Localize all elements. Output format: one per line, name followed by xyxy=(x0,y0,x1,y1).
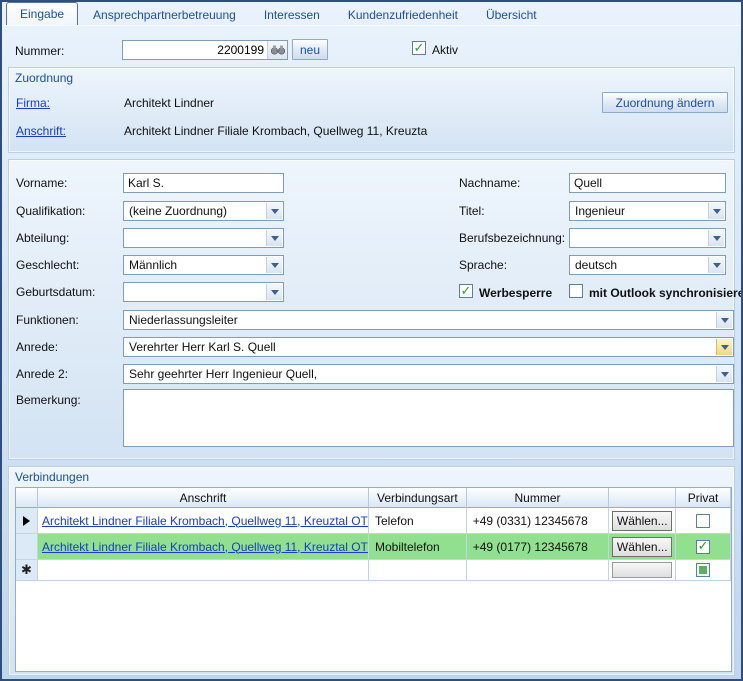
nummer-label: Nummer: xyxy=(15,44,64,58)
funktionen-dropdown[interactable]: Niederlassungsleiter xyxy=(123,310,734,330)
funktionen-label: Funktionen: xyxy=(16,313,79,327)
waehlen-button[interactable]: Wählen... xyxy=(612,511,672,531)
anschrift-cell-empty[interactable] xyxy=(38,560,369,581)
verbindungsart-cell[interactable]: Mobiltelefon xyxy=(369,534,467,560)
tab-bar: Eingabe Ansprechpartnerbetreuung Interes… xyxy=(2,2,741,26)
table-row: Architekt Lindner Filiale Krombach, Quel… xyxy=(16,534,731,560)
nummer-input[interactable] xyxy=(123,41,267,59)
anschrift-link[interactable]: Anschrift: xyxy=(16,124,66,138)
werbesperre-checkbox[interactable] xyxy=(459,284,473,298)
vorname-label: Vorname: xyxy=(16,176,67,190)
chevron-down-icon[interactable] xyxy=(716,339,732,355)
tab-eingabe[interactable]: Eingabe xyxy=(6,2,78,25)
aktiv-checkbox[interactable] xyxy=(412,41,426,55)
table-row: Architekt Lindner Filiale Krombach, Quel… xyxy=(16,508,731,534)
col-header-verbindungsart[interactable]: Verbindungsart xyxy=(369,488,467,508)
chevron-down-icon[interactable] xyxy=(708,257,724,273)
bemerkung-label: Bemerkung: xyxy=(16,393,81,407)
firma-value: Architekt Lindner xyxy=(124,96,214,110)
sprache-label: Sprache: xyxy=(459,258,507,272)
qualifikation-dropdown[interactable]: (keine Zuordnung) xyxy=(123,201,284,221)
anrede2-dropdown[interactable]: Sehr geehrter Herr Ingenieur Quell, xyxy=(123,364,734,384)
nachname-input[interactable] xyxy=(569,173,726,193)
nummer-cell[interactable]: +49 (0177) 12345678 xyxy=(467,534,610,560)
chevron-down-icon[interactable] xyxy=(266,257,282,273)
nummer-cell-empty[interactable] xyxy=(467,560,610,581)
contact-detail-window: Eingabe Ansprechpartnerbetreuung Interes… xyxy=(0,0,743,681)
privat-checkbox-new[interactable] xyxy=(696,563,710,577)
col-header-anschrift[interactable]: Anschrift xyxy=(38,488,369,508)
anschrift-cell-link[interactable]: Architekt Lindner Filiale Krombach, Quel… xyxy=(38,514,368,528)
col-header-selector xyxy=(16,488,38,508)
abteilung-label: Abteilung: xyxy=(16,231,69,245)
new-row-marker: ✱ xyxy=(16,560,38,581)
grid-header-row: Anschrift Verbindungsart Nummer Privat xyxy=(16,488,731,508)
berufsbezeichnung-dropdown[interactable] xyxy=(569,228,726,248)
abteilung-dropdown[interactable] xyxy=(123,228,284,248)
col-header-privat[interactable]: Privat xyxy=(676,488,731,508)
col-header-nummer[interactable]: Nummer xyxy=(467,488,610,508)
berufsbezeichnung-label: Berufsbezeichnung: xyxy=(459,231,565,245)
geburtsdatum-label: Geburtsdatum: xyxy=(16,285,95,299)
qualifikation-label: Qualifikation: xyxy=(16,204,85,218)
zuordnung-aendern-button[interactable]: Zuordnung ändern xyxy=(602,92,728,113)
zuordnung-panel: Zuordnung Firma: Architekt Lindner Zuord… xyxy=(8,67,735,153)
anrede-label: Anrede: xyxy=(16,340,58,354)
anrede-dropdown[interactable]: Verehrter Herr Karl S. Quell xyxy=(123,337,734,357)
bemerkung-textarea[interactable] xyxy=(123,389,734,447)
zuordnung-title: Zuordnung xyxy=(15,71,73,85)
tab-ansprechpartnerbetreuung[interactable]: Ansprechpartnerbetreuung xyxy=(80,4,249,25)
geburtsdatum-dropdown[interactable] xyxy=(123,282,284,302)
privat-checkbox[interactable] xyxy=(696,540,710,554)
nummer-cell[interactable]: +49 (0331) 12345678 xyxy=(467,508,610,534)
waehlen-button[interactable]: Wählen... xyxy=(612,537,672,557)
verbindungsart-cell[interactable]: Telefon xyxy=(369,508,467,534)
current-row-arrow-icon xyxy=(23,516,30,526)
verbindungen-panel: Verbindungen Anschrift Verbindungsart Nu… xyxy=(8,466,735,676)
row-selector[interactable] xyxy=(16,534,38,560)
chevron-down-icon[interactable] xyxy=(266,203,282,219)
anschrift-cell-link[interactable]: Architekt Lindner Filiale Krombach, Quel… xyxy=(38,540,368,554)
aktiv-label: Aktiv xyxy=(432,43,458,57)
titel-label: Titel: xyxy=(459,204,485,218)
binoculars-icon[interactable] xyxy=(267,41,287,59)
neu-button[interactable]: neu xyxy=(292,39,328,60)
chevron-down-icon[interactable] xyxy=(716,366,732,382)
binoculars-glyph xyxy=(271,45,285,55)
vorname-input[interactable] xyxy=(123,173,284,193)
geschlecht-dropdown[interactable]: Männlich xyxy=(123,255,284,275)
verbindungen-grid: Anschrift Verbindungsart Nummer Privat A… xyxy=(15,487,732,672)
verbindungen-title: Verbindungen xyxy=(15,470,89,484)
tab-uebersicht[interactable]: Übersicht xyxy=(473,4,550,25)
firma-link[interactable]: Firma: xyxy=(16,96,50,110)
chevron-down-icon[interactable] xyxy=(708,230,724,246)
anrede2-label: Anrede 2: xyxy=(16,367,68,381)
chevron-down-icon[interactable] xyxy=(716,312,732,328)
row-selector-current[interactable] xyxy=(16,508,38,534)
outlook-sync-checkbox[interactable] xyxy=(569,284,583,298)
titel-dropdown[interactable]: Ingenieur xyxy=(569,201,726,221)
table-new-row: ✱ xyxy=(16,560,731,581)
waehlen-button-empty[interactable] xyxy=(612,562,672,578)
outlook-sync-label: mit Outlook synchronisieren xyxy=(589,286,743,300)
nachname-label: Nachname: xyxy=(459,176,520,190)
nummer-field-group xyxy=(122,40,288,60)
geschlecht-label: Geschlecht: xyxy=(16,258,79,272)
privat-checkbox[interactable] xyxy=(696,514,710,528)
tab-interessen[interactable]: Interessen xyxy=(251,4,333,25)
person-form-panel: Vorname: Qualifikation: (keine Zuordnung… xyxy=(8,159,735,460)
werbesperre-label: Werbesperre xyxy=(479,286,552,300)
tab-kundenzufriedenheit[interactable]: Kundenzufriedenheit xyxy=(335,4,471,25)
chevron-down-icon[interactable] xyxy=(266,284,282,300)
chevron-down-icon[interactable] xyxy=(266,230,282,246)
chevron-down-icon[interactable] xyxy=(708,203,724,219)
sprache-dropdown[interactable]: deutsch xyxy=(569,255,726,275)
verbindungsart-cell-empty[interactable] xyxy=(369,560,467,581)
col-header-waehlen xyxy=(609,488,676,508)
anschrift-value: Architekt Lindner Filiale Krombach, Quel… xyxy=(124,124,427,138)
